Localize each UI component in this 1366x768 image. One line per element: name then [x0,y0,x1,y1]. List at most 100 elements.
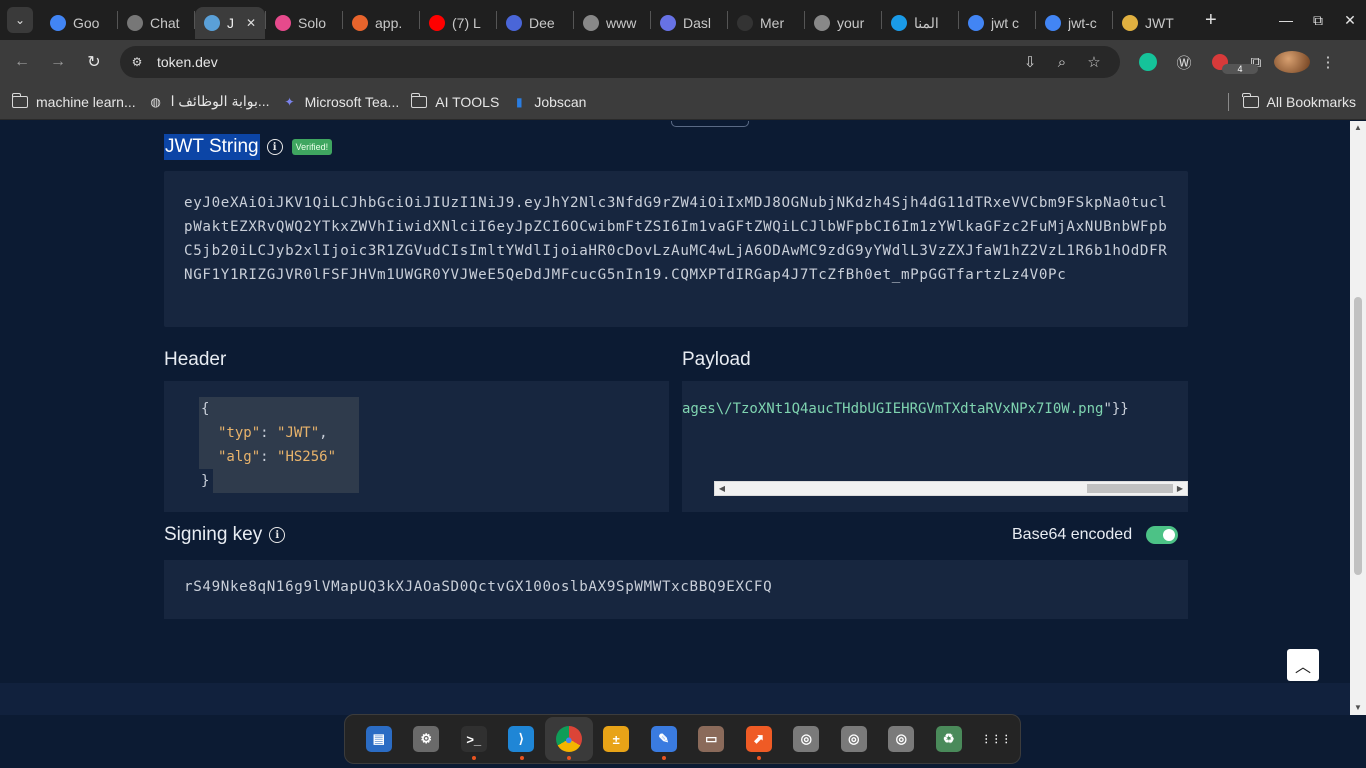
payload-editor[interactable]: ages\/TzoXNt1Q4aucTHdbUGIEHRGVmTXdtaRVxN… [682,381,1188,512]
dock-disk-3[interactable]: ◎ [878,717,926,761]
dock-text-editor[interactable]: ▤ [355,717,403,761]
bookmark-item[interactable]: ▮ Jobscan [511,94,586,110]
url-text[interactable]: token.dev [157,54,218,70]
scroll-up-icon[interactable]: ▲ [1350,121,1366,135]
scrollbar-thumb[interactable] [1087,484,1173,493]
tab[interactable]: www [574,7,650,39]
bookmark-star-icon[interactable]: ☆ [1078,53,1110,71]
close-window-icon[interactable]: ✕ [1334,12,1366,29]
tab[interactable]: (7) L [420,7,496,39]
running-indicator [757,756,761,760]
tab-title: (7) L [452,15,481,31]
tab-title: www [606,15,637,31]
page-vertical-scrollbar[interactable]: ▲ ▼ [1350,121,1366,715]
bookmark-item[interactable]: ◍ بوابة الوظائف ا... [148,93,269,110]
base64-label: Base64 encoded [1012,526,1133,543]
tab[interactable]: Dasl [651,7,727,39]
dock-files[interactable]: ▭ [688,717,736,761]
info-icon[interactable]: i [266,139,283,155]
tab[interactable]: app. [343,7,419,39]
tab[interactable]: jwt-c [1036,7,1112,39]
tab-title: jwt c [991,15,1019,31]
scroll-left-icon[interactable]: ◀ [715,482,729,495]
profile-avatar[interactable] [1274,51,1310,73]
dock-disk-1[interactable]: ◎ [783,717,831,761]
scroll-right-icon[interactable]: ▶ [1173,482,1187,495]
dock-terminal[interactable]: >_ [450,717,498,761]
dock-chrome[interactable]: ● [545,717,593,761]
payload-json-line[interactable]: ages\/TzoXNt1Q4aucTHdbUGIEHRGVmTXdtaRVxN… [682,397,1129,421]
app-grid-icon: ⋮⋮⋮ [981,733,1012,745]
dock-app-grid[interactable]: ⋮⋮⋮ [973,717,1021,761]
dock-notes[interactable]: ✎ [640,717,688,761]
base64-toggle[interactable] [1146,526,1179,544]
tab[interactable]: Chat [118,7,194,39]
dock-settings[interactable]: ⚙ [403,717,451,761]
dock-trash[interactable]: ♻ [925,717,973,761]
disk-2-icon: ◎ [840,726,867,752]
tab-title: JWT [1145,15,1174,31]
header-editor[interactable]: { "typ": "JWT", "alg": "HS256" } [164,381,669,512]
tab[interactable]: Dee [497,7,573,39]
bookmark-item[interactable]: AI TOOLS [410,92,499,110]
extension-badge-icon[interactable]: 4 [1202,54,1258,74]
signing-key-value[interactable]: rS49Nke8qN16g9lVMapUQ3kXJAOaSD0QctvGX100… [184,579,772,595]
tab[interactable]: your [805,7,881,39]
cut-off-button[interactable] [671,121,749,127]
header-json[interactable]: { "typ": "JWT", "alg": "HS256" } [199,397,359,493]
dock-calculator[interactable]: ± [593,717,641,761]
bookmark-item[interactable]: machine learn... [11,92,136,110]
tab-active[interactable]: J ✕ [195,7,265,39]
page-scrollbar-thumb[interactable] [1354,297,1362,575]
forward-icon[interactable]: → [40,53,76,71]
minimize-icon[interactable]: — [1270,12,1302,28]
tab[interactable]: المنا [882,7,958,39]
tab[interactable]: Goo [41,7,117,39]
tab[interactable]: JWT [1113,7,1189,39]
app-icon [352,15,368,31]
youtube-icon [429,15,445,31]
browser-menu-icon[interactable]: ⋮ [1310,53,1346,71]
bookmark-item[interactable]: ✦ Microsoft Tea... [282,94,400,110]
address-bar[interactable]: ⚙ token.dev ⇩ ⌕ ☆ [120,46,1120,78]
github-icon [737,15,753,31]
settings-icon: ⚙ [413,726,440,752]
install-app-icon[interactable]: ⇩ [1014,53,1046,71]
tab-search-button[interactable]: ⌄ [7,7,33,33]
new-tab-button[interactable]: + [1205,9,1217,32]
info-icon[interactable]: i [269,527,286,543]
grammarly-icon[interactable] [1130,53,1166,71]
dock-disk-2[interactable]: ◎ [830,717,878,761]
signing-key-input[interactable]: rS49Nke8qN16g9lVMapUQ3kXJAOaSD0QctvGX100… [164,560,1188,619]
signing-key-label: Signing key [164,524,263,545]
disk-3-icon: ◎ [888,726,915,752]
tab-title: app. [375,15,403,31]
verified-badge: Verified! [291,139,333,155]
wordtune-icon[interactable]: Ⓦ [1166,52,1202,73]
back-icon[interactable]: ← [4,53,40,71]
scroll-down-icon[interactable]: ▼ [1350,701,1366,715]
chrome-icon: ● [555,726,582,752]
reload-icon[interactable]: ↻ [76,52,112,72]
running-indicator [472,756,476,760]
site-info-icon[interactable]: ⚙ [126,51,148,73]
dock-postman[interactable]: ⬈ [735,717,783,761]
scroll-to-top-button[interactable]: ︿ [1287,649,1319,681]
jwt-token-text[interactable]: eyJ0eXAiOiJKV1QiLCJhbGciOiJIUzI1NiJ9.eyJ… [184,191,1174,287]
stripe-icon [660,15,676,31]
calculator-icon: ± [603,726,630,752]
tab-title: المنا [914,14,939,31]
all-bookmarks-button[interactable]: All Bookmarks [1242,93,1356,110]
tab-title: Dasl [683,15,712,31]
zoom-icon[interactable]: ⌕ [1046,54,1078,71]
tab-title: Chat [150,15,180,31]
close-tab-icon[interactable]: ✕ [246,16,256,30]
tab[interactable]: jwt c [959,7,1035,39]
jwt-token-input[interactable]: eyJ0eXAiOiJKV1QiLCJhbGciOiJIUzI1NiJ9.eyJ… [164,171,1188,327]
page-footer [0,683,1350,715]
dock-vscode[interactable]: ⟩ [498,717,546,761]
payload-horizontal-scrollbar[interactable]: ◀ ▶ [714,481,1188,496]
tab[interactable]: Mer [728,7,804,39]
tab[interactable]: Solo [266,7,342,39]
maximize-icon[interactable]: ⧉ [1302,12,1334,29]
